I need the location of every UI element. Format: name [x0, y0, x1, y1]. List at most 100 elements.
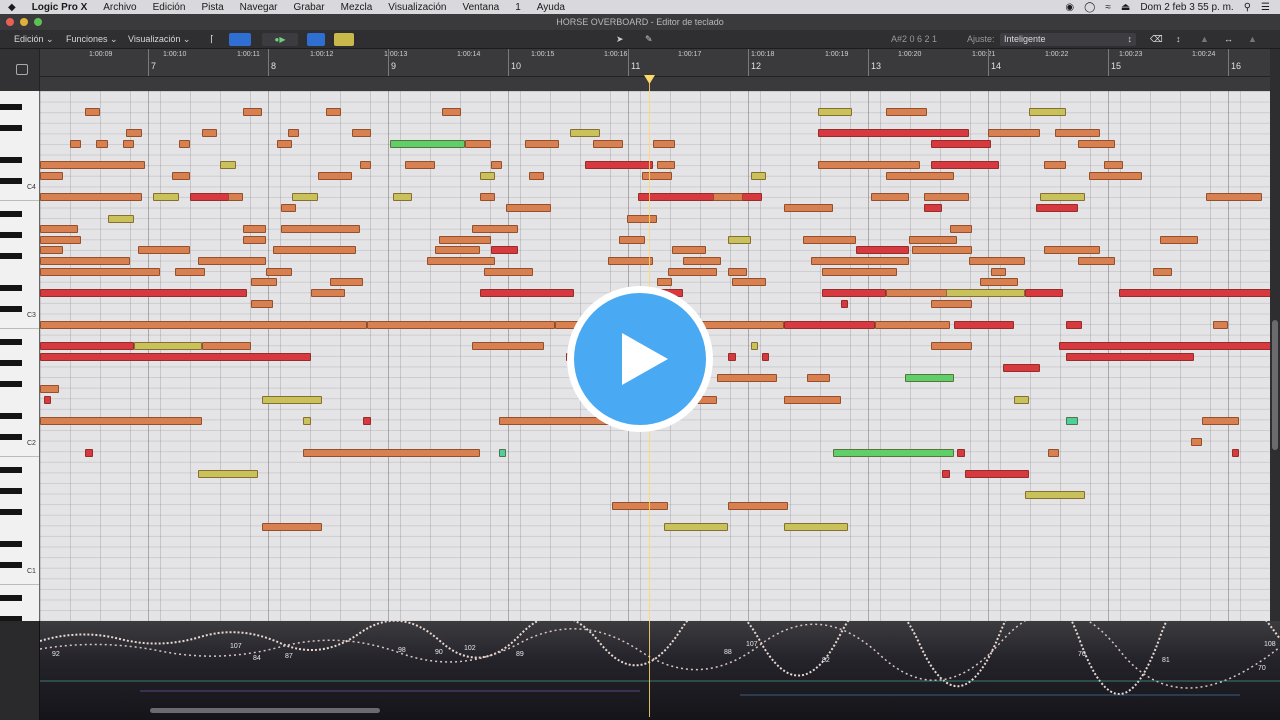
waveform-icon[interactable]: ▲ — [1200, 33, 1209, 46]
black-key[interactable] — [0, 360, 22, 367]
midi-note[interactable] — [1066, 321, 1082, 329]
black-key[interactable] — [0, 413, 22, 420]
midi-note[interactable] — [818, 108, 853, 116]
midi-note[interactable] — [1160, 235, 1199, 244]
midi-note[interactable] — [107, 214, 134, 223]
zoom-vertical-icon[interactable]: ↕ — [1176, 33, 1181, 46]
midi-note[interactable] — [1152, 267, 1172, 276]
midi-note[interactable] — [728, 235, 751, 244]
black-key[interactable] — [0, 306, 22, 313]
midi-note[interactable] — [931, 161, 999, 170]
midi-note[interactable] — [991, 267, 1007, 276]
midi-note[interactable] — [201, 342, 251, 351]
midi-note[interactable] — [810, 257, 909, 266]
midi-note[interactable] — [40, 352, 311, 361]
midi-note[interactable] — [273, 246, 356, 255]
midi-note[interactable] — [359, 161, 371, 170]
midi-note[interactable] — [40, 225, 78, 234]
black-key[interactable] — [0, 157, 22, 164]
snap-select[interactable]: Inteligente ↕ — [1000, 33, 1136, 46]
midi-note[interactable] — [40, 161, 146, 170]
midi-note[interactable] — [265, 267, 292, 276]
midi-note[interactable] — [1013, 395, 1029, 404]
midi-note[interactable] — [40, 193, 142, 202]
midi-note[interactable] — [1025, 491, 1086, 500]
midi-note[interactable] — [280, 203, 296, 212]
midi-note[interactable] — [803, 235, 856, 244]
midi-note[interactable] — [886, 289, 954, 298]
midi-note[interactable] — [479, 171, 495, 180]
midi-note[interactable] — [197, 257, 266, 266]
black-key[interactable] — [0, 178, 22, 185]
midi-note[interactable] — [923, 203, 943, 212]
eject-icon[interactable]: ⏏ — [1121, 2, 1130, 13]
chain-icon[interactable] — [334, 33, 354, 46]
midi-note[interactable] — [288, 129, 300, 138]
midi-note[interactable] — [1077, 257, 1116, 266]
zoom-window-icon[interactable] — [34, 18, 42, 26]
midi-note[interactable] — [1058, 342, 1270, 351]
functions-menu-button[interactable]: Funciones ⌄ — [66, 33, 118, 46]
midi-note[interactable] — [784, 203, 834, 212]
midi-note[interactable] — [713, 193, 744, 202]
midi-note[interactable] — [491, 246, 518, 255]
midi-note[interactable] — [1205, 193, 1262, 202]
midi-note[interactable] — [1002, 363, 1041, 372]
black-key[interactable] — [0, 562, 22, 569]
midi-note[interactable] — [363, 416, 371, 425]
midi-note[interactable] — [1043, 246, 1101, 255]
midi-note[interactable] — [137, 246, 191, 255]
midi-note[interactable] — [728, 352, 736, 361]
midi-note[interactable] — [243, 108, 262, 116]
midi-note[interactable] — [40, 289, 247, 298]
midi-note[interactable] — [626, 214, 657, 223]
midi-note[interactable] — [931, 299, 973, 308]
midi-note[interactable] — [276, 139, 292, 148]
black-key[interactable] — [0, 595, 22, 601]
midi-note[interactable] — [528, 171, 544, 180]
midi-note[interactable] — [434, 246, 480, 255]
black-key[interactable] — [0, 541, 22, 548]
menu-navegar[interactable]: Navegar — [232, 2, 286, 13]
midi-note[interactable] — [352, 129, 371, 138]
black-key[interactable] — [0, 339, 22, 345]
midi-note[interactable] — [483, 267, 533, 276]
zoom-slider-icon[interactable]: ▲ — [1248, 33, 1257, 46]
black-key[interactable] — [0, 211, 22, 217]
minimize-window-icon[interactable] — [20, 18, 28, 26]
vertical-scroll-thumb[interactable] — [1272, 320, 1278, 450]
menu-mezcla[interactable]: Mezcla — [333, 2, 381, 13]
black-key[interactable] — [0, 488, 22, 495]
black-key[interactable] — [0, 381, 22, 388]
midi-note[interactable] — [855, 246, 909, 255]
menu-ventana[interactable]: Ventana — [454, 2, 507, 13]
horizontal-scroll-thumb[interactable] — [150, 708, 380, 713]
black-key[interactable] — [0, 253, 22, 260]
midi-note[interactable] — [1025, 289, 1063, 298]
midi-note[interactable] — [243, 235, 266, 244]
midi-note[interactable] — [85, 108, 101, 116]
midi-note[interactable] — [261, 395, 322, 404]
resize-arrows-icon[interactable]: ↔ — [1224, 33, 1233, 46]
menu-edicion[interactable]: Edición — [145, 2, 194, 13]
midi-note[interactable] — [40, 246, 63, 255]
midi-note[interactable] — [325, 108, 341, 116]
midi-note[interactable] — [134, 342, 202, 351]
midi-note[interactable] — [85, 448, 93, 457]
midi-note[interactable] — [946, 289, 1026, 298]
menu-app-name[interactable]: Logic Pro X — [24, 2, 96, 13]
midi-note[interactable] — [472, 225, 518, 234]
midi-note[interactable] — [1190, 438, 1202, 447]
midi-note[interactable] — [750, 342, 759, 351]
midi-note[interactable] — [957, 448, 965, 457]
marker-lane[interactable] — [40, 77, 1270, 91]
midi-note[interactable] — [40, 257, 131, 266]
midi-note[interactable] — [953, 321, 1014, 329]
midi-note[interactable] — [784, 523, 849, 532]
midi-note[interactable] — [1040, 193, 1086, 202]
midi-note[interactable] — [40, 235, 82, 244]
midi-note[interactable] — [807, 374, 830, 383]
midi-note[interactable] — [728, 267, 747, 276]
midi-note[interactable] — [427, 257, 495, 266]
video-play-button[interactable] — [567, 286, 713, 432]
